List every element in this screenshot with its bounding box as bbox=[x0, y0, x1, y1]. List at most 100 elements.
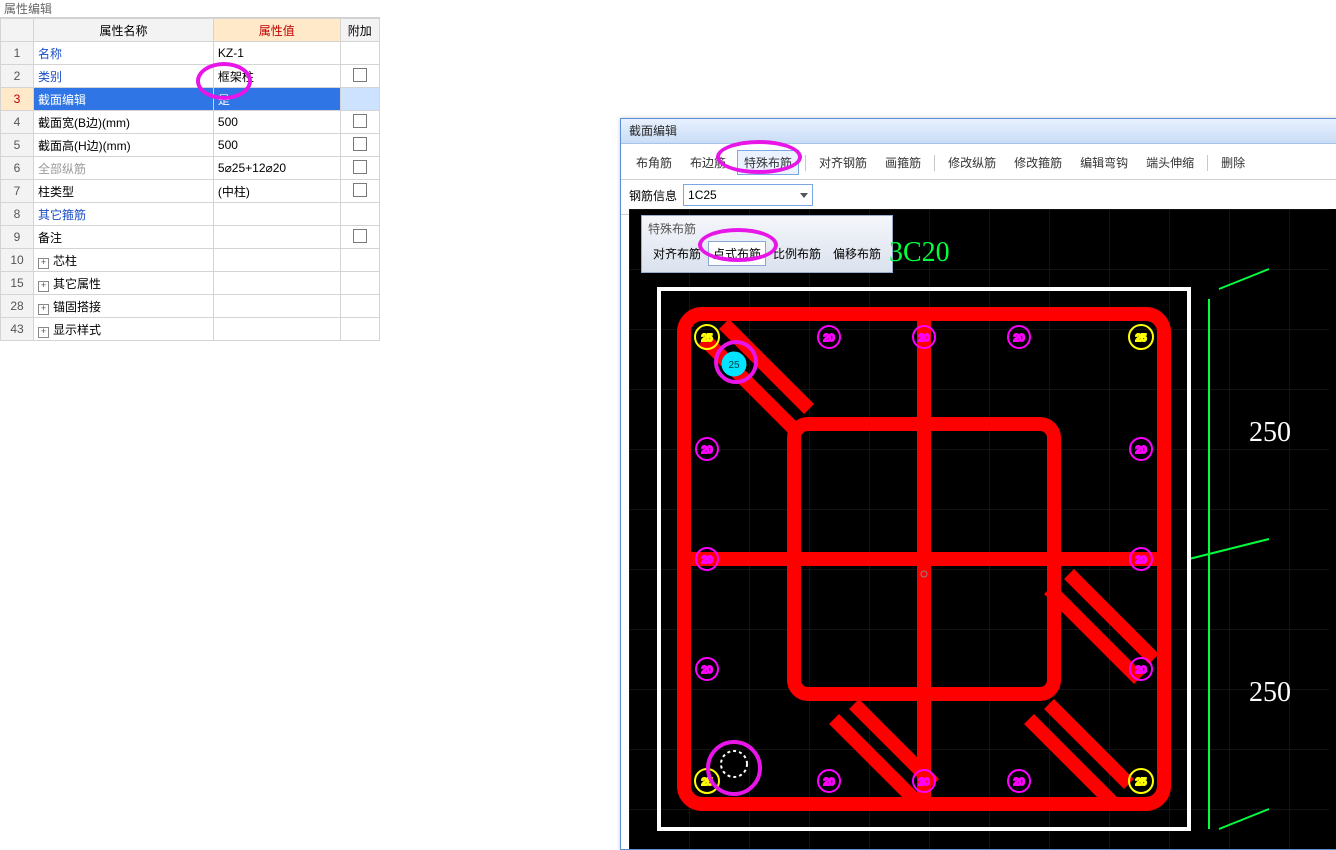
checkbox-icon[interactable] bbox=[353, 229, 367, 243]
row-index: 15 bbox=[1, 272, 34, 295]
row-index: 3 bbox=[1, 88, 34, 111]
tool-6[interactable]: 修改箍筋 bbox=[1007, 150, 1069, 175]
row-name: 全部纵筋 bbox=[34, 157, 214, 180]
toolbox-title: 特殊布筋 bbox=[648, 220, 886, 237]
row-value[interactable] bbox=[213, 318, 340, 341]
section-canvas[interactable]: 特殊布筋 对齐布筋点式布筋比例布筋偏移布筋 3C20 250 250 bbox=[629, 209, 1336, 849]
property-row[interactable]: 15+其它属性 bbox=[1, 272, 380, 295]
rebar-info-dropdown[interactable]: 1C25 bbox=[683, 184, 813, 206]
row-name: +芯柱 bbox=[34, 249, 214, 272]
checkbox-icon[interactable] bbox=[353, 68, 367, 82]
separator bbox=[805, 155, 806, 171]
tool-9[interactable]: 删除 bbox=[1214, 150, 1252, 175]
tool-7[interactable]: 编辑弯钩 bbox=[1073, 150, 1135, 175]
floatbox-btn-2[interactable]: 比例布筋 bbox=[768, 241, 826, 266]
row-value[interactable] bbox=[213, 272, 340, 295]
checkbox-icon[interactable] bbox=[353, 160, 367, 174]
row-index: 4 bbox=[1, 111, 34, 134]
checkbox-icon[interactable] bbox=[353, 114, 367, 128]
tool-8[interactable]: 端头伸缩 bbox=[1139, 150, 1201, 175]
row-extra[interactable] bbox=[340, 88, 379, 111]
property-row[interactable]: 6全部纵筋5⌀25+12⌀20 bbox=[1, 157, 380, 180]
row-value[interactable]: 是 bbox=[213, 88, 340, 111]
row-name: 名称 bbox=[34, 42, 214, 65]
row-value[interactable] bbox=[213, 295, 340, 318]
row-extra[interactable] bbox=[340, 318, 379, 341]
row-index: 1 bbox=[1, 42, 34, 65]
tool-0[interactable]: 布角筋 bbox=[629, 150, 679, 175]
section-svg: 25 25 25 25 20 20 20 20 20 20 20 20 20 2… bbox=[629, 209, 1329, 849]
row-name: +锚固搭接 bbox=[34, 295, 214, 318]
svg-text:20: 20 bbox=[701, 665, 713, 676]
floatbox-btn-3[interactable]: 偏移布筋 bbox=[828, 241, 886, 266]
svg-text:25: 25 bbox=[1135, 333, 1147, 344]
floatbox-btn-0[interactable]: 对齐布筋 bbox=[648, 241, 706, 266]
row-extra[interactable] bbox=[340, 157, 379, 180]
svg-text:20: 20 bbox=[823, 777, 835, 788]
separator bbox=[1207, 155, 1208, 171]
row-value[interactable]: 5⌀25+12⌀20 bbox=[213, 157, 340, 180]
section-editor-window: 截面编辑 布角筋布边筋特殊布筋对齐钢筋画箍筋修改纵筋修改箍筋编辑弯钩端头伸缩删除… bbox=[620, 118, 1336, 850]
checkbox-icon[interactable] bbox=[353, 137, 367, 151]
row-name: 截面编辑 bbox=[34, 88, 214, 111]
row-index: 8 bbox=[1, 203, 34, 226]
row-name: 截面高(H边)(mm) bbox=[34, 134, 214, 157]
row-index: 6 bbox=[1, 157, 34, 180]
col-extra: 附加 bbox=[340, 19, 379, 42]
expand-icon[interactable]: + bbox=[38, 258, 49, 269]
separator bbox=[934, 155, 935, 171]
row-extra[interactable] bbox=[340, 42, 379, 65]
tool-3[interactable]: 对齐钢筋 bbox=[812, 150, 874, 175]
svg-text:20: 20 bbox=[1135, 665, 1147, 676]
svg-text:25: 25 bbox=[701, 777, 713, 788]
tool-4[interactable]: 画箍筋 bbox=[878, 150, 928, 175]
row-extra[interactable] bbox=[340, 226, 379, 249]
row-extra[interactable] bbox=[340, 249, 379, 272]
row-extra[interactable] bbox=[340, 203, 379, 226]
row-extra[interactable] bbox=[340, 65, 379, 88]
row-name: 类别 bbox=[34, 65, 214, 88]
row-index: 2 bbox=[1, 65, 34, 88]
svg-text:25: 25 bbox=[1135, 777, 1147, 788]
property-row[interactable]: 5截面高(H边)(mm)500 bbox=[1, 134, 380, 157]
row-extra[interactable] bbox=[340, 295, 379, 318]
svg-text:25: 25 bbox=[728, 360, 740, 371]
row-extra[interactable] bbox=[340, 180, 379, 203]
row-name: +显示样式 bbox=[34, 318, 214, 341]
tool-5[interactable]: 修改纵筋 bbox=[941, 150, 1003, 175]
property-row[interactable]: 7柱类型(中柱) bbox=[1, 180, 380, 203]
panel-title: 属性编辑 bbox=[0, 0, 380, 18]
row-name: 备注 bbox=[34, 226, 214, 249]
expand-icon[interactable]: + bbox=[38, 327, 49, 338]
property-row[interactable]: 43+显示样式 bbox=[1, 318, 380, 341]
property-row[interactable]: 3截面编辑是 bbox=[1, 88, 380, 111]
row-value[interactable] bbox=[213, 203, 340, 226]
property-row[interactable]: 28+锚固搭接 bbox=[1, 295, 380, 318]
property-row[interactable]: 9备注 bbox=[1, 226, 380, 249]
checkbox-icon[interactable] bbox=[353, 183, 367, 197]
expand-icon[interactable]: + bbox=[38, 281, 49, 292]
property-row[interactable]: 2类别框架柱 bbox=[1, 65, 380, 88]
row-value[interactable]: KZ-1 bbox=[213, 42, 340, 65]
row-extra[interactable] bbox=[340, 272, 379, 295]
tool-1[interactable]: 布边筋 bbox=[683, 150, 733, 175]
expand-icon[interactable]: + bbox=[38, 304, 49, 315]
row-value[interactable]: (中柱) bbox=[213, 180, 340, 203]
row-value[interactable] bbox=[213, 249, 340, 272]
property-row[interactable]: 10+芯柱 bbox=[1, 249, 380, 272]
row-extra[interactable] bbox=[340, 111, 379, 134]
row-name: 截面宽(B边)(mm) bbox=[34, 111, 214, 134]
row-value[interactable]: 500 bbox=[213, 134, 340, 157]
floatbox-btn-1[interactable]: 点式布筋 bbox=[708, 241, 766, 266]
svg-text:20: 20 bbox=[1135, 445, 1147, 456]
row-extra[interactable] bbox=[340, 134, 379, 157]
row-value[interactable]: 框架柱 bbox=[213, 65, 340, 88]
svg-text:20: 20 bbox=[701, 555, 713, 566]
row-value[interactable]: 500 bbox=[213, 111, 340, 134]
property-row[interactable]: 8其它箍筋 bbox=[1, 203, 380, 226]
property-row[interactable]: 4截面宽(B边)(mm)500 bbox=[1, 111, 380, 134]
row-value[interactable] bbox=[213, 226, 340, 249]
rebar-info-value: 1C25 bbox=[688, 188, 717, 202]
tool-2[interactable]: 特殊布筋 bbox=[737, 150, 799, 175]
property-row[interactable]: 1名称KZ-1 bbox=[1, 42, 380, 65]
